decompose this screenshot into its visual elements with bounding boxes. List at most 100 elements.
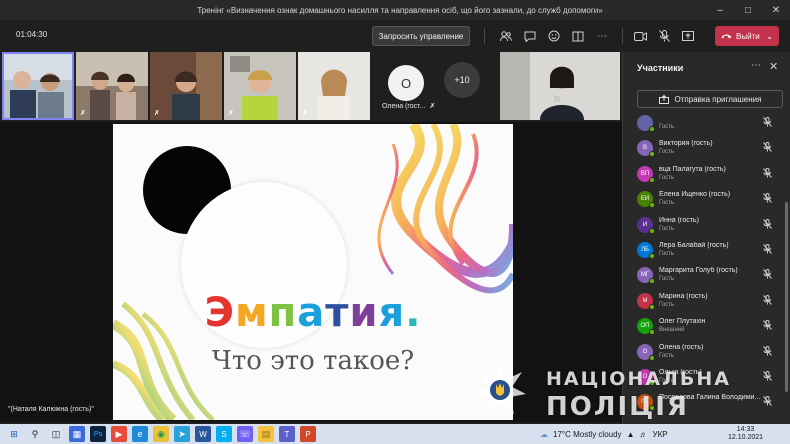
more-participants-badge[interactable]: +10 <box>444 62 480 98</box>
participant-role: Гость <box>659 174 675 181</box>
task-view-icon[interactable]: ◫ <box>48 426 64 442</box>
participant-row[interactable]: ОП Олег Плутахін Внешний <box>623 315 783 339</box>
send-invite-label: Отправка приглашения <box>674 94 762 104</box>
participant-name: Марина (гость) <box>659 292 708 300</box>
slide-title-letter: Э <box>204 290 235 336</box>
network-icon[interactable]: ▲ <box>627 430 635 439</box>
yandex-icon[interactable]: ▶ <box>111 426 127 442</box>
participant-row[interactable]: МГ Маргарита Голуб (гость) Гость <box>623 264 783 288</box>
edge-icon[interactable]: e <box>132 426 148 442</box>
weather-text[interactable]: 17°C Mostly cloudy <box>553 430 622 439</box>
participant-row[interactable]: Гость <box>623 112 783 136</box>
participant-name: Поспелова Галина Володими... <box>659 394 761 402</box>
participant-row[interactable]: В Виктория (гость) Гость <box>623 137 783 161</box>
participant-role: Гость <box>659 225 675 232</box>
maximize-icon[interactable]: □ <box>734 0 762 20</box>
phone-icon <box>721 34 732 39</box>
participant-row[interactable]: ЕИ Елена Ищенко (гость) Гость <box>623 188 783 212</box>
rooms-icon[interactable] <box>566 26 590 46</box>
send-invite-button[interactable]: Отправка приглашения <box>637 90 783 108</box>
slide-title-letter: а <box>297 290 326 336</box>
microphone-off-icon[interactable] <box>763 167 772 180</box>
meeting-toolbar: 01:04:30 Запросить управление ⋯ Выйти ⌄ <box>0 20 790 52</box>
participant-row[interactable]: ПГ Поспелова Галина Володими... <box>623 391 783 415</box>
participant-role: Гость <box>659 124 675 130</box>
microphone-off-icon[interactable] <box>763 193 772 205</box>
microphone-off-icon[interactable] <box>652 26 676 46</box>
panel-scrollbar[interactable] <box>785 122 789 422</box>
share-screen-icon[interactable] <box>676 26 700 46</box>
participant-row[interactable]: О Олена (гость) Гость <box>623 341 783 365</box>
microphone-off-icon[interactable] <box>763 320 772 332</box>
participant-row[interactable]: И Инна (гость) Гость <box>623 214 783 238</box>
video-tile[interactable]: ✗ <box>150 52 222 120</box>
viber-icon[interactable]: ☏ <box>237 426 253 442</box>
leave-button[interactable]: Выйти ⌄ <box>715 26 779 46</box>
panel-title: Участники <box>637 63 684 73</box>
video-tile[interactable] <box>2 52 74 120</box>
store-icon[interactable]: ▦ <box>69 426 85 442</box>
word-icon[interactable]: W <box>195 426 211 442</box>
powerpoint-icon[interactable]: P <box>300 426 316 442</box>
chevron-down-icon[interactable]: ⌄ <box>766 32 773 41</box>
more-options-icon[interactable]: ⋯ <box>751 60 761 71</box>
windows-start-icon[interactable]: ⊞ <box>6 426 22 442</box>
microphone-off-icon: ✗ <box>80 110 86 117</box>
participant-role: Гость <box>659 301 675 308</box>
microphone-off-icon[interactable] <box>763 294 772 307</box>
minimize-icon[interactable]: – <box>706 0 734 20</box>
teams-icon[interactable]: T <box>279 426 295 442</box>
participant-name: Ольга (гость) <box>659 369 702 376</box>
participant-role: Внешний <box>659 327 685 334</box>
language-indicator[interactable]: УКР <box>652 430 667 439</box>
microphone-off-icon[interactable] <box>763 371 772 383</box>
search-icon[interactable]: ⚲ <box>27 426 43 442</box>
scrollbar-thumb[interactable] <box>785 202 788 392</box>
chat-icon[interactable] <box>518 26 542 46</box>
video-tile[interactable]: ✗ <box>224 52 296 120</box>
microphone-off-icon[interactable] <box>763 244 772 256</box>
more-options-icon[interactable]: ⋯ <box>590 26 614 46</box>
files-icon[interactable]: ▤ <box>258 426 274 442</box>
leave-label: Выйти <box>736 31 760 41</box>
presence-icon <box>649 380 655 386</box>
avatar-name-label: Олена (гост... ✗ <box>382 102 435 111</box>
microphone-off-icon[interactable] <box>763 345 772 358</box>
close-icon[interactable]: ✕ <box>762 0 790 20</box>
slide-title-letter: п <box>268 290 298 336</box>
microphone-off-icon[interactable] <box>763 142 772 154</box>
system-clock[interactable]: 14:33 12.10.2021 <box>728 426 763 442</box>
close-icon[interactable]: ✕ <box>769 60 778 73</box>
video-tile[interactable]: ✗ <box>76 52 148 120</box>
video-tile[interactable] <box>500 52 620 120</box>
presence-icon <box>649 329 655 336</box>
photoshop-icon[interactable]: Ps <box>90 426 106 442</box>
microphone-off-icon[interactable] <box>763 396 772 408</box>
telegram-icon[interactable]: ➤ <box>174 426 190 442</box>
volume-icon[interactable]: ♬ <box>639 430 647 439</box>
presence-icon <box>649 278 655 285</box>
participant-row[interactable]: ЛБ Лера Балабай (гость) Гость <box>623 239 783 263</box>
participant-role: Гость <box>659 149 675 156</box>
camera-icon[interactable] <box>628 26 652 46</box>
skype-icon[interactable]: S <box>216 426 232 442</box>
slide-title-letter: и <box>349 290 379 336</box>
participant-row[interactable]: ВП вца Палагута (гость) Гость <box>623 163 783 187</box>
participant-row[interactable]: М Марина (гость) Гость <box>623 290 783 314</box>
microphone-off-icon[interactable] <box>763 117 772 129</box>
avatar[interactable]: О <box>388 65 424 101</box>
video-tile[interactable]: ✗ <box>298 52 370 120</box>
participants-icon[interactable] <box>494 26 518 46</box>
microphone-off-icon: ✗ <box>154 110 160 117</box>
system-tray: ☁ 17°C Mostly cloudy ▲ ♬ УКР <box>540 427 668 441</box>
presence-icon <box>649 126 655 132</box>
reactions-icon[interactable] <box>542 26 566 46</box>
presence-icon <box>649 176 655 183</box>
chrome-icon[interactable]: ◉ <box>153 426 169 442</box>
request-control-button[interactable]: Запросить управление <box>372 26 470 46</box>
microphone-off-icon[interactable] <box>763 218 772 231</box>
presence-icon <box>649 405 655 412</box>
participant-row[interactable]: О Ольга (гость) Гость <box>623 366 783 390</box>
microphone-off-icon[interactable] <box>763 269 772 281</box>
presence-icon <box>649 253 655 259</box>
